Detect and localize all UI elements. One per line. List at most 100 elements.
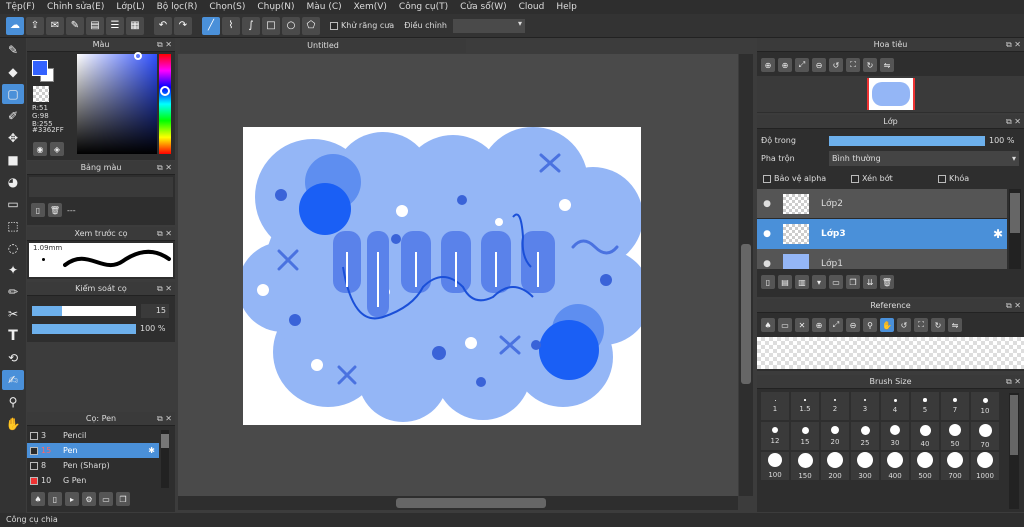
menu-tools[interactable]: Công cụ(T)	[393, 0, 454, 14]
comment-icon[interactable]: ✉	[46, 16, 64, 35]
select-pen-icon[interactable]: ✏	[2, 282, 24, 302]
new-palette-icon[interactable]: ▯	[31, 203, 45, 217]
menu-edit[interactable]: Chỉnh sửa(E)	[41, 0, 110, 14]
brush-size-cell[interactable]: 4	[881, 392, 909, 420]
delete-layer-icon[interactable]: 🗑	[880, 275, 894, 289]
brush-icon[interactable]: ✎	[2, 40, 24, 60]
gear-icon[interactable]: ✱	[993, 227, 1003, 241]
color-settings-icon[interactable]: ◈	[50, 142, 64, 156]
close-icon[interactable]: ⧉ ✕	[157, 412, 172, 426]
folder-icon[interactable]: ▭	[829, 275, 843, 289]
reference-add-icon[interactable]: ♠	[761, 318, 775, 332]
brush-size-cell[interactable]: 700	[941, 452, 969, 480]
brush-menu-icon[interactable]: ▸	[65, 492, 79, 506]
new-layer-8bit-icon[interactable]: ▤	[778, 275, 792, 289]
close-icon[interactable]: ⧉ ✕	[157, 38, 172, 52]
eraser-icon[interactable]: ◆	[2, 62, 24, 82]
color-field[interactable]	[77, 54, 157, 154]
layer-opacity-slider[interactable]	[829, 136, 985, 146]
close-icon[interactable]: ⧉ ✕	[157, 282, 172, 296]
swap-color-icon[interactable]: ◉	[33, 142, 47, 156]
grid-icon[interactable]: ▦	[126, 16, 144, 35]
brush-add-icon[interactable]: ♠	[31, 492, 45, 506]
select-icon[interactable]: ⬚	[2, 216, 24, 236]
gradient-icon[interactable]: ▭	[2, 194, 24, 214]
lasso-select-icon[interactable]: ◌	[2, 238, 24, 258]
reference-close-icon[interactable]: ✕	[795, 318, 809, 332]
canvas-tab[interactable]: Untitled	[180, 39, 466, 53]
list-icon[interactable]: ☰	[106, 16, 124, 35]
menu-file[interactable]: Tệp(F)	[0, 0, 41, 14]
magic-wand-icon[interactable]: ✦	[2, 260, 24, 280]
brush-size-cell[interactable]: 2	[821, 392, 849, 420]
brush-size-cell[interactable]: 150	[791, 452, 819, 480]
brush-item-pen[interactable]: 15 Pen ✱	[27, 443, 159, 458]
hue-slider[interactable]	[159, 54, 171, 154]
brush-item-pencil[interactable]: 3 Pencil	[27, 428, 159, 443]
eye-icon[interactable]: ●	[757, 259, 777, 269]
brush-opacity-slider[interactable]	[32, 324, 136, 334]
brush-size-cell[interactable]: 200	[821, 452, 849, 480]
polyline-icon[interactable]: ⌇	[222, 16, 240, 35]
menu-filter[interactable]: Bộ lọc(R)	[151, 0, 204, 14]
select-eraser-icon[interactable]: ✂	[2, 304, 24, 324]
menu-select[interactable]: Chọn(S)	[203, 0, 251, 14]
chat-icon[interactable]: ✎	[66, 16, 84, 35]
zoom-in-icon[interactable]: ⊕	[812, 318, 826, 332]
color-picker-handle[interactable]	[134, 52, 142, 60]
fullscreen-icon[interactable]: ⛶	[914, 318, 928, 332]
brush-size-cell[interactable]: 1	[761, 392, 789, 420]
brush-copy-icon[interactable]: ❐	[116, 492, 130, 506]
brush-list-scrollbar[interactable]	[161, 430, 169, 488]
fit-icon[interactable]: ⤢	[829, 318, 843, 332]
new-layer-icon[interactable]: ▯	[761, 275, 775, 289]
rotate-right-icon[interactable]: ↻	[931, 318, 945, 332]
brush-size-cell[interactable]: 1000	[971, 452, 999, 480]
brush-size-cell[interactable]: 30	[881, 422, 909, 450]
select-rect-icon[interactable]: ▢	[2, 84, 24, 104]
divide-tool-icon[interactable]: ✍	[2, 370, 24, 390]
flip-icon[interactable]: ⇋	[880, 58, 894, 72]
eyedropper-icon[interactable]: ⚲	[863, 318, 877, 332]
navigator-thumbnail[interactable]	[867, 78, 915, 110]
blend-select[interactable]: Bình thường ▾	[829, 151, 1019, 166]
operation-icon[interactable]: ⟲	[2, 348, 24, 368]
brush-settings-icon[interactable]: ⚙	[82, 492, 96, 506]
brush-item-gpen[interactable]: 10 G Pen	[27, 473, 159, 488]
foreground-swatch[interactable]	[32, 60, 48, 76]
brush-size-cell[interactable]: 12	[761, 422, 789, 450]
canvas-vscroll[interactable]	[739, 54, 753, 496]
brush-size-cell[interactable]: 100	[761, 452, 789, 480]
drawing-canvas[interactable]	[243, 127, 641, 425]
bucket-icon[interactable]: ◕	[2, 172, 24, 192]
layer-item-2[interactable]: ● Lớp2	[757, 189, 1007, 219]
add-layer-menu-icon[interactable]: ▾	[812, 275, 826, 289]
brush-size-cell[interactable]: 15	[791, 422, 819, 450]
brushsize-scrollbar[interactable]	[1009, 393, 1019, 509]
close-icon[interactable]: ⧉ ✕	[157, 161, 172, 175]
fit-icon[interactable]: ⤢	[795, 58, 809, 72]
zoom-in-icon[interactable]: ⊕	[761, 58, 775, 72]
ellipse-icon[interactable]: ○	[282, 16, 300, 35]
undo-icon[interactable]: ↶	[154, 16, 172, 35]
rotate-left-icon[interactable]: ↺	[829, 58, 843, 72]
zoom-out-icon[interactable]: ⊖	[812, 58, 826, 72]
close-icon[interactable]: ⧉ ✕	[157, 227, 172, 241]
transparent-swatch[interactable]	[33, 86, 49, 102]
document-icon[interactable]: ▤	[86, 16, 104, 35]
brush-size-cell[interactable]: 50	[941, 422, 969, 450]
layer-item-1[interactable]: ● Lớp1	[757, 249, 1007, 269]
menu-color[interactable]: Màu (C)	[301, 0, 348, 14]
brush-size-cell[interactable]: 300	[851, 452, 879, 480]
brush-size-cell[interactable]: 3	[851, 392, 879, 420]
redo-icon[interactable]: ↷	[174, 16, 192, 35]
adjust-select[interactable]: ▾	[452, 18, 525, 33]
delete-palette-icon[interactable]: 🗑	[48, 203, 62, 217]
brush-folder-icon[interactable]: ▭	[99, 492, 113, 506]
menu-cloud[interactable]: Cloud	[513, 0, 551, 14]
hue-handle[interactable]	[160, 86, 170, 96]
layer-item-3[interactable]: ● Lớp3 ✱	[757, 219, 1007, 249]
line-tool-icon[interactable]: ╱	[202, 16, 220, 35]
eye-icon[interactable]: ●	[757, 229, 777, 239]
lock-checkbox[interactable]: Khóa	[938, 174, 969, 183]
